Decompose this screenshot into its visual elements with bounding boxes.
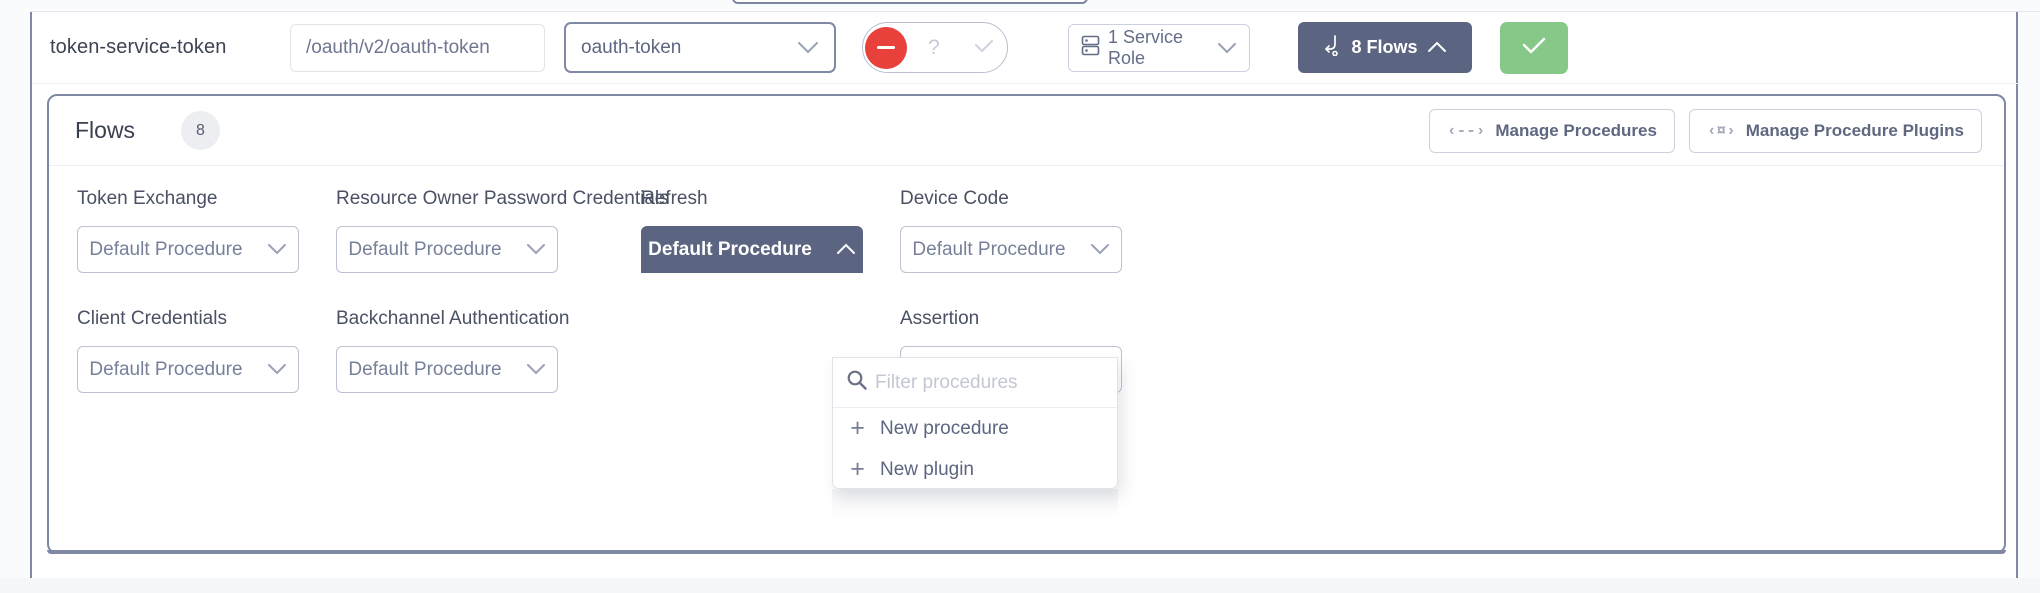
token-type-value: oauth-token bbox=[581, 37, 681, 59]
plus-icon: + bbox=[849, 416, 866, 441]
flow-cell-token-exchange: Token Exchange Default Procedure bbox=[77, 188, 336, 273]
procedure-value: Default Procedure bbox=[912, 239, 1065, 261]
procedure-select-client-credentials[interactable]: Default Procedure bbox=[77, 346, 299, 393]
flows-panel-header: Flows 8 ‹--› Manage Procedures ‹¤› Manag… bbox=[49, 96, 2004, 166]
procedure-value: Default Procedure bbox=[348, 359, 501, 381]
flow-cell-refresh: Refresh Default Procedure bbox=[641, 188, 900, 273]
flows-grid-row: Token Exchange Default Procedure Resourc… bbox=[77, 188, 1967, 273]
flow-cell-resource-owner-password-credentials: Resource Owner Password Credentials Defa… bbox=[336, 188, 641, 273]
procedure-dropdown-menu: + New procedure + New plugin bbox=[832, 357, 1118, 489]
manage-procedures-button[interactable]: ‹--› Manage Procedures bbox=[1429, 109, 1675, 153]
new-plugin-label: New plugin bbox=[880, 459, 974, 481]
page-bottom-strip bbox=[0, 578, 2040, 593]
flow-label: Backchannel Authentication bbox=[336, 308, 641, 330]
app-screen: token-service-token /oauth/v2/oauth-toke… bbox=[0, 0, 2040, 593]
procedure-value: Default Procedure bbox=[348, 239, 501, 261]
manage-procedures-label: Manage Procedures bbox=[1495, 121, 1657, 141]
manage-procedure-plugins-button[interactable]: ‹¤› Manage Procedure Plugins bbox=[1689, 109, 1982, 153]
flow-cell-device-code: Device Code Default Procedure bbox=[900, 188, 1159, 273]
manage-procedure-plugins-label: Manage Procedure Plugins bbox=[1746, 121, 1964, 141]
chevron-up-icon bbox=[836, 243, 856, 256]
flows-header-actions: ‹--› Manage Procedures ‹¤› Manage Proced… bbox=[1429, 109, 1982, 153]
server-stack-icon bbox=[1081, 35, 1100, 61]
token-config-row: token-service-token /oauth/v2/oauth-toke… bbox=[32, 12, 2020, 84]
chevron-down-icon bbox=[267, 363, 287, 376]
confirm-button[interactable] bbox=[1500, 22, 1568, 74]
token-path-value: /oauth/v2/oauth-token bbox=[306, 37, 490, 59]
access-tri-state-toggle[interactable]: ? bbox=[862, 22, 1008, 73]
plugin-brackets-icon: ‹¤› bbox=[1707, 122, 1736, 140]
procedure-select-backchannel-authentication[interactable]: Default Procedure bbox=[336, 346, 558, 393]
unknown-state-option[interactable]: ? bbox=[907, 36, 961, 60]
procedure-select-device-code[interactable]: Default Procedure bbox=[900, 226, 1122, 273]
chevron-up-icon bbox=[1427, 41, 1447, 54]
minus-circle-icon[interactable] bbox=[865, 27, 907, 69]
new-procedure-menu-item[interactable]: + New procedure bbox=[833, 408, 1117, 449]
flow-label: Assertion bbox=[900, 308, 1159, 330]
flows-panel-bottom-edge bbox=[47, 550, 2006, 554]
procedure-select-refresh[interactable]: Default Procedure bbox=[641, 226, 863, 273]
code-arrows-icon: ‹--› bbox=[1447, 122, 1485, 140]
flow-label: Refresh bbox=[641, 188, 900, 210]
flow-cell-backchannel-authentication: Backchannel Authentication Default Proce… bbox=[336, 308, 641, 393]
service-role-label: 1 Service Role bbox=[1108, 27, 1209, 69]
check-icon[interactable] bbox=[961, 36, 1007, 59]
partial-row-above bbox=[732, 0, 1088, 4]
token-row-card: token-service-token /oauth/v2/oauth-toke… bbox=[30, 12, 2018, 578]
flow-label: Resource Owner Password Credentials bbox=[336, 188, 641, 210]
service-role-button[interactable]: 1 Service Role bbox=[1068, 24, 1250, 72]
check-icon bbox=[1520, 37, 1548, 60]
flows-button-label: 8 Flows bbox=[1351, 37, 1417, 58]
flows-title: Flows bbox=[75, 117, 135, 144]
token-name-label: token-service-token bbox=[50, 36, 226, 59]
procedure-value: Default Procedure bbox=[89, 359, 242, 381]
procedure-value: Default Procedure bbox=[89, 239, 242, 261]
filter-procedures-input[interactable] bbox=[873, 371, 1073, 395]
new-plugin-menu-item[interactable]: + New plugin bbox=[833, 449, 1117, 490]
flows-toggle-button[interactable]: 8 Flows bbox=[1298, 22, 1472, 73]
chevron-down-icon bbox=[267, 243, 287, 256]
procedure-value: Default Procedure bbox=[648, 239, 812, 261]
procedure-select-token-exchange[interactable]: Default Procedure bbox=[77, 226, 299, 273]
search-icon bbox=[846, 369, 868, 396]
chevron-down-icon bbox=[1217, 42, 1237, 55]
flows-count-badge: 8 bbox=[181, 111, 220, 150]
flow-label: Client Credentials bbox=[77, 308, 336, 330]
flow-cell-client-credentials: Client Credentials Default Procedure bbox=[77, 308, 336, 393]
dropdown-search-row[interactable] bbox=[833, 358, 1117, 408]
token-type-select[interactable]: oauth-token bbox=[564, 22, 836, 73]
chevron-down-icon bbox=[526, 243, 546, 256]
new-procedure-label: New procedure bbox=[880, 418, 1009, 440]
flow-branch-icon bbox=[1323, 35, 1342, 61]
chevron-down-icon bbox=[797, 41, 819, 55]
chevron-down-icon bbox=[1090, 243, 1110, 256]
flow-label: Token Exchange bbox=[77, 188, 336, 210]
chevron-down-icon bbox=[526, 363, 546, 376]
flow-label: Device Code bbox=[900, 188, 1159, 210]
procedure-select-resource-owner-password-credentials[interactable]: Default Procedure bbox=[336, 226, 558, 273]
plus-icon: + bbox=[849, 457, 866, 482]
token-path-input[interactable]: /oauth/v2/oauth-token bbox=[290, 24, 545, 72]
